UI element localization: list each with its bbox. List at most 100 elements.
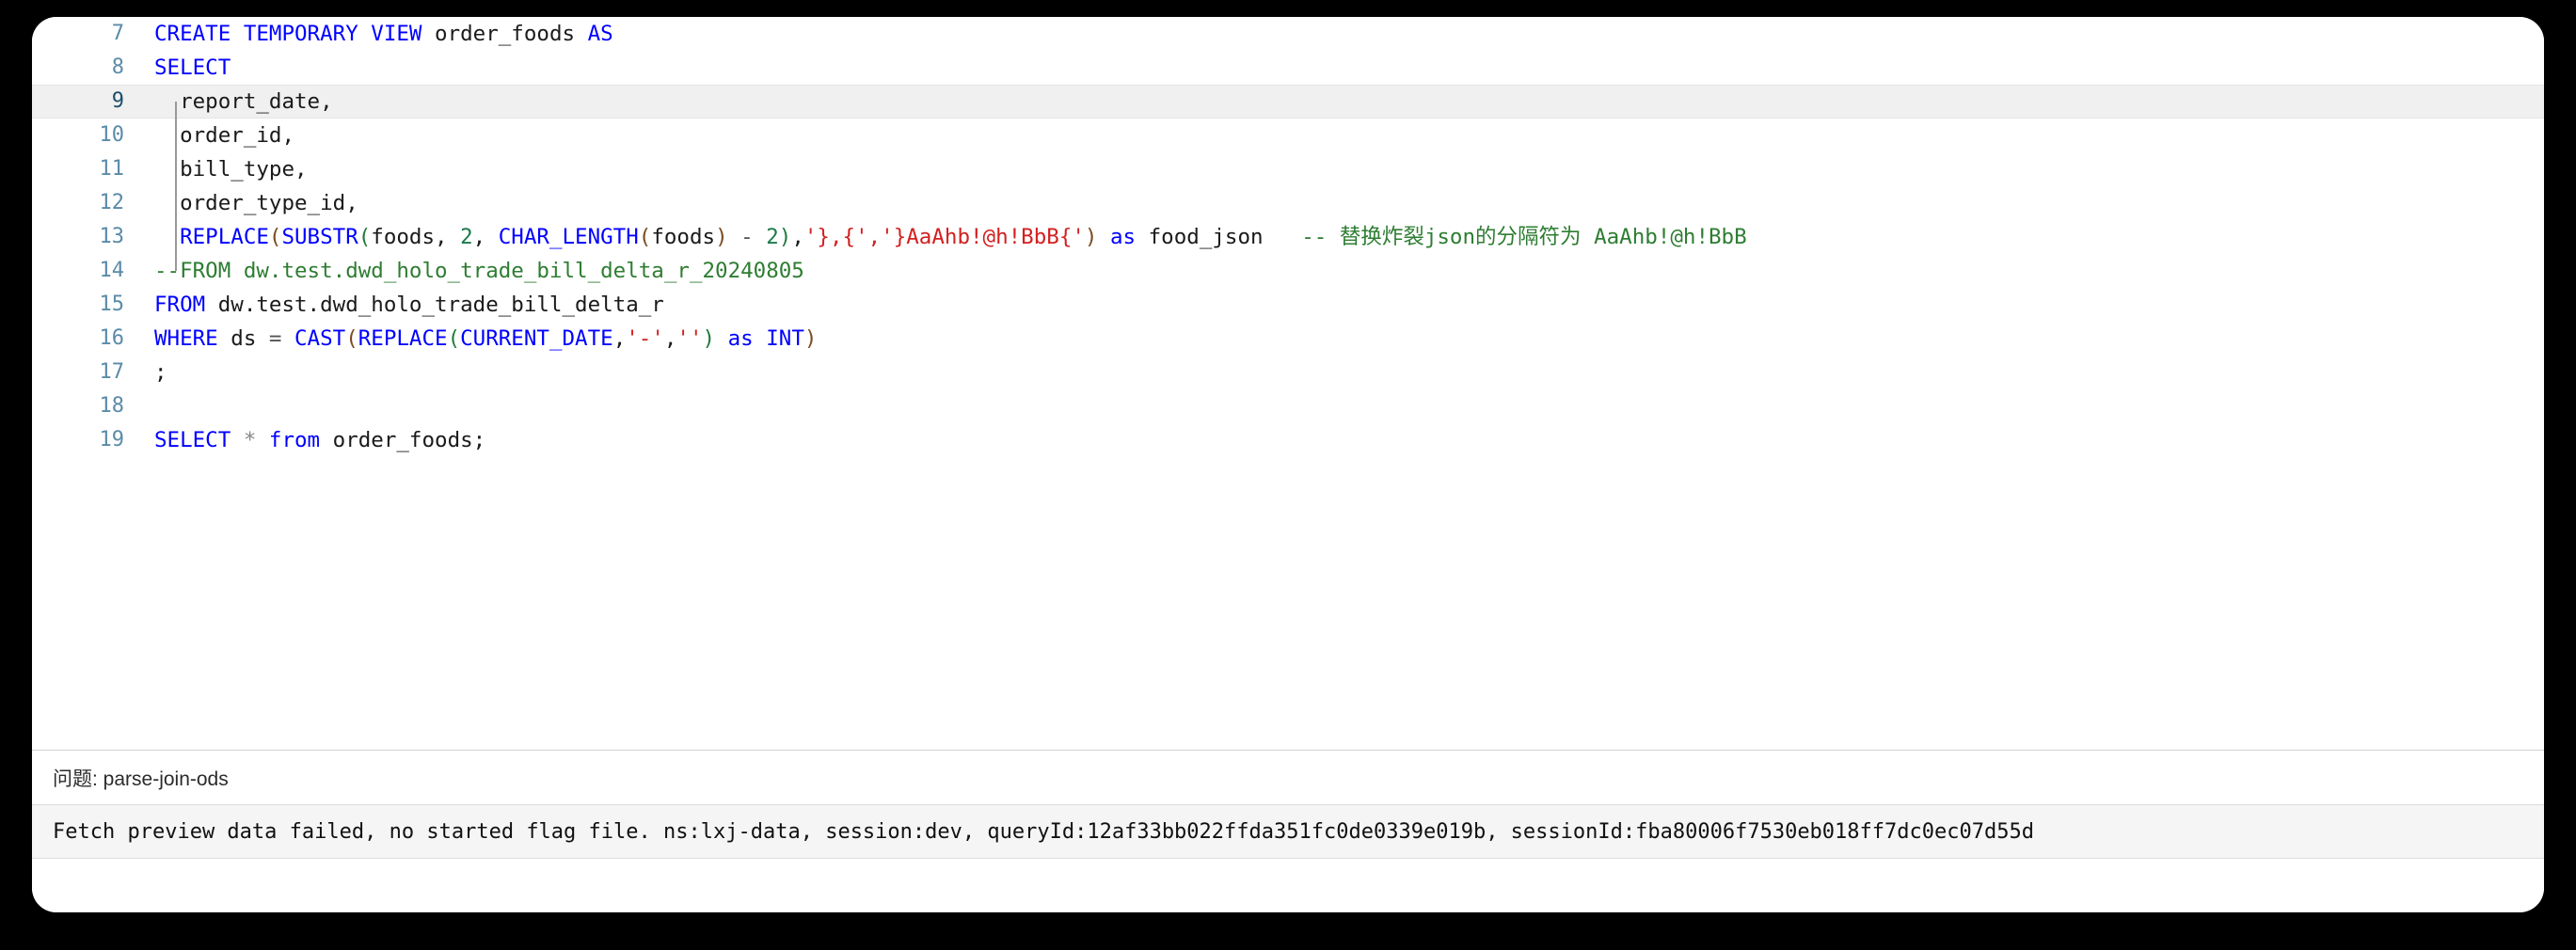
code-line[interactable]: 15 FROM dw.test.dwd_holo_trade_bill_delta… — [32, 288, 2544, 322]
code-token: -- 替换炸裂json的分隔符为 AaAhb!@h!BbB — [1301, 225, 1747, 249]
code-line-text: ; — [124, 356, 2544, 389]
code-token: foods — [651, 225, 716, 249]
code-token: ) — [702, 326, 716, 351]
line-number: 17 — [99, 360, 125, 384]
code-token: '-' — [626, 326, 664, 351]
code-token: WHERE — [154, 326, 218, 351]
code-token: report_date, — [154, 89, 333, 114]
code-token: CHAR_LENGTH — [498, 225, 639, 249]
code-line-text: order_id, — [124, 119, 2544, 152]
code-token: INT — [766, 326, 804, 351]
code-token: order_type_id, — [154, 191, 358, 215]
code-token: ( — [358, 225, 372, 249]
sql-code-editor[interactable]: 7 CREATE TEMPORARY VIEW order_foods AS 8 SE… — [32, 17, 2544, 750]
line-number: 18 — [99, 394, 125, 418]
code-line-text: order_type_id, — [124, 186, 2544, 220]
indent-guide — [175, 102, 177, 271]
code-token: from — [268, 428, 321, 452]
code-line[interactable]: 10 order_id, — [32, 119, 2544, 152]
code-token: REPLACE — [358, 326, 448, 351]
code-token: as — [727, 326, 754, 351]
code-line[interactable]: 7 CREATE TEMPORARY VIEW order_foods AS — [32, 17, 2544, 51]
code-line-text: SELECT — [124, 51, 2544, 85]
code-token: SELECT — [154, 428, 231, 452]
result-panel-empty-area — [32, 859, 2544, 912]
code-line[interactable]: 12 order_type_id, — [32, 186, 2544, 220]
code-token: 2 — [766, 225, 779, 249]
line-number: 10 — [99, 123, 125, 147]
code-token: SELECT — [154, 55, 231, 80]
problem-bar-label: 问题: parse-join-ods — [53, 768, 229, 790]
line-number: 8 — [111, 55, 124, 79]
line-number: 7 — [111, 22, 124, 45]
code-line[interactable]: 18 — [32, 389, 2544, 423]
code-token: dw.test.dwd_holo_trade_bill_delta_r — [205, 293, 664, 317]
line-number: 11 — [99, 157, 125, 181]
code-token: ( — [638, 225, 652, 249]
code-line-text: --FROM dw.test.dwd_holo_trade_bill_delta… — [124, 254, 2544, 288]
line-number: 15 — [99, 293, 125, 316]
code-token: 2 — [460, 225, 473, 249]
code-token: , — [791, 225, 804, 249]
code-token: ( — [268, 225, 282, 249]
code-token: --FROM dw.test.dwd_holo_trade_bill_delta… — [154, 259, 804, 283]
code-token: AS — [587, 22, 613, 46]
code-line-text: SELECT * from order_foods; — [124, 423, 2544, 457]
code-line-text: FROM dw.test.dwd_holo_trade_bill_delta_r — [124, 288, 2544, 322]
code-token: '},{','}AaAhb!@h!BbB{' — [803, 225, 1085, 249]
code-token: FROM — [154, 293, 206, 317]
code-line-text: REPLACE(SUBSTR(foods, 2, CHAR_LENGTH(foo… — [124, 220, 2544, 254]
error-message-strip[interactable]: Fetch preview data failed, no started fl… — [32, 804, 2544, 859]
code-token: , — [472, 225, 499, 249]
code-token: * — [243, 428, 257, 452]
code-line-text: report_date, — [124, 85, 2544, 119]
code-token: CAST — [294, 326, 346, 351]
code-token: CREATE TEMPORARY VIEW — [154, 22, 422, 46]
code-token: as — [1110, 225, 1137, 249]
code-token: ) — [715, 225, 728, 249]
code-line[interactable]: 17; — [32, 356, 2544, 389]
code-lines-container[interactable]: 7 CREATE TEMPORARY VIEW order_foods AS 8 SE… — [32, 17, 2544, 457]
error-message-text: Fetch preview data failed, no started fl… — [53, 819, 2034, 844]
code-token: ) — [803, 326, 818, 351]
editor-window: 7 CREATE TEMPORARY VIEW order_foods AS 8 SE… — [32, 17, 2544, 912]
code-line[interactable]: 19 SELECT * from order_foods; — [32, 423, 2544, 457]
code-token: '' — [676, 326, 703, 351]
code-token: = — [268, 326, 282, 351]
code-line-text: bill_type, — [124, 152, 2544, 186]
line-number: 9 — [111, 89, 124, 113]
code-token: ( — [345, 326, 358, 351]
code-token: foods, — [371, 225, 461, 249]
code-token: , — [612, 326, 627, 351]
line-number: 19 — [99, 428, 125, 451]
code-token: SUBSTR — [281, 225, 358, 249]
code-line[interactable]: 14 --FROM dw.test.dwd_holo_trade_bill_del… — [32, 254, 2544, 288]
code-line[interactable]: 11 bill_type, — [32, 152, 2544, 186]
line-number: 16 — [99, 326, 125, 350]
code-token: , — [663, 326, 677, 351]
code-token: order_foods — [421, 22, 588, 46]
code-line[interactable]: 9 report_date, — [32, 85, 2544, 119]
code-token: bill_type, — [154, 157, 308, 182]
code-line-text: WHERE ds = CAST(REPLACE(CURRENT_DATE,'-'… — [124, 322, 2544, 356]
code-line[interactable]: 13 REPLACE(SUBSTR(foods, 2, CHAR_LENGTH(… — [32, 220, 2544, 254]
code-token: REPLACE — [180, 225, 269, 249]
code-line[interactable]: 8 SELECT — [32, 51, 2544, 85]
line-number: 13 — [99, 225, 125, 248]
code-line[interactable]: 16 WHERE ds = CAST(REPLACE(CURRENT_DATE,'… — [32, 322, 2544, 356]
code-token: ) — [778, 225, 792, 249]
code-token: - — [727, 225, 767, 249]
code-token: order_foods; — [320, 428, 486, 452]
line-number: 12 — [99, 191, 125, 214]
problem-bar[interactable]: 问题: parse-join-ods — [32, 750, 2544, 804]
code-line-text: CREATE TEMPORARY VIEW order_foods AS — [124, 17, 2544, 51]
code-token: CURRENT_DATE — [460, 326, 613, 351]
code-token: ds — [217, 326, 269, 351]
code-token: food_json — [1136, 225, 1302, 249]
